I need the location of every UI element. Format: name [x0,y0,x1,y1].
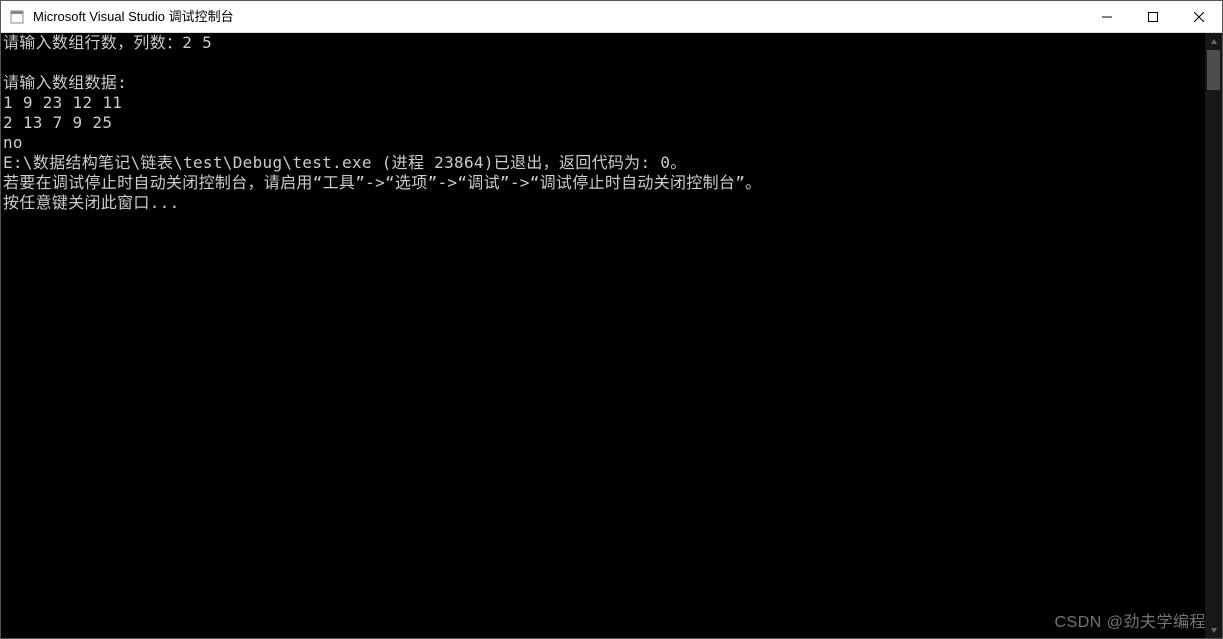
maximize-button[interactable] [1130,1,1176,32]
console-output[interactable]: 请输入数组行数，列数：2 5 请输入数组数据: 1 9 23 12 11 2 1… [1,33,1205,638]
console-area: 请输入数组行数，列数：2 5 请输入数组数据: 1 9 23 12 11 2 1… [1,33,1222,638]
window-title: Microsoft Visual Studio 调试控制台 [33,1,1084,33]
scroll-down-button[interactable] [1205,621,1222,638]
minimize-button[interactable] [1084,1,1130,32]
titlebar[interactable]: Microsoft Visual Studio 调试控制台 [1,1,1222,33]
window-controls [1084,1,1222,32]
app-icon [9,9,25,25]
vertical-scrollbar[interactable] [1205,33,1222,638]
scroll-thumb[interactable] [1207,50,1220,90]
console-window: Microsoft Visual Studio 调试控制台 请输入数组行数，列数… [0,0,1223,639]
scroll-up-button[interactable] [1205,33,1222,50]
close-button[interactable] [1176,1,1222,32]
